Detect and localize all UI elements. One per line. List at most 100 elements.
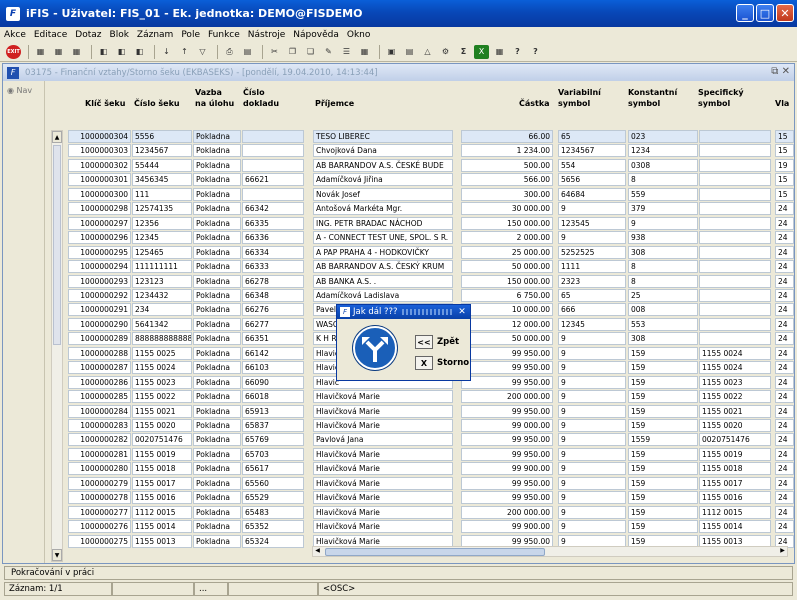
cell-doklad[interactable]: 66335 — [242, 216, 304, 230]
cell-cislo[interactable]: 1112 0015 — [132, 505, 192, 519]
cell-vazba[interactable]: Pokladna — [193, 187, 241, 201]
delete-record-icon[interactable]: ▦ — [51, 45, 66, 59]
table-row[interactable]: 1000000301 3456345 Pokladna 66621 Adamíčková… — [45, 173, 794, 187]
cell-vazba[interactable]: Pokladna — [193, 433, 241, 447]
cell-ks[interactable]: 159 — [628, 476, 698, 490]
cell-vs[interactable]: 9 — [558, 491, 626, 505]
cell-cislo[interactable]: 888888888888 — [132, 332, 192, 346]
cell-ks[interactable]: 25 — [628, 288, 698, 302]
cell-vs[interactable]: 65 — [558, 288, 626, 302]
cancel-query-icon[interactable]: ◧ — [132, 45, 147, 59]
cell-klic[interactable]: 1000000302 — [68, 158, 131, 172]
cell-cislo[interactable]: 1155 0021 — [132, 404, 192, 418]
cell-ks[interactable]: 8 — [628, 274, 698, 288]
cell-x[interactable]: 24 — [775, 476, 794, 490]
cell-doklad[interactable]: 66142 — [242, 346, 304, 360]
cell-doklad[interactable] — [242, 158, 304, 172]
cell-ss[interactable]: 1155 0022 — [699, 390, 771, 404]
cell-klic[interactable]: 1000000304 — [68, 130, 131, 143]
cell-cislo[interactable]: 0020751476 — [132, 433, 192, 447]
table-icon[interactable]: ▦ — [357, 45, 372, 59]
cell-castka[interactable]: 99 950.00 — [461, 433, 553, 447]
cell-vazba[interactable]: Pokladna — [193, 404, 241, 418]
cell-vs[interactable]: 9 — [558, 419, 626, 432]
cell-doklad[interactable]: 66621 — [242, 173, 304, 187]
table-row[interactable]: 1000000297 12356 Pokladna 66335 ING. PETR BR… — [45, 216, 794, 231]
cell-castka[interactable]: 99 950.00 — [461, 476, 553, 490]
cell-vs[interactable]: 9 — [558, 462, 626, 476]
cell-vazba[interactable]: Pokladna — [193, 245, 241, 259]
cell-cislo[interactable]: 1155 0024 — [132, 361, 192, 375]
cell-vazba[interactable]: Pokladna — [193, 332, 241, 346]
cell-x[interactable]: 24 — [775, 303, 794, 317]
cell-doklad[interactable]: 65837 — [242, 419, 304, 432]
cell-ss[interactable] — [699, 216, 771, 230]
cell-prijemce[interactable]: Chvojková Dana — [313, 144, 453, 158]
cell-ss[interactable] — [699, 130, 771, 143]
sum-icon[interactable]: Σ — [456, 45, 471, 59]
cell-ks[interactable]: 938 — [628, 231, 698, 245]
cell-castka[interactable]: 2 000.00 — [461, 231, 553, 245]
table-row[interactable]: 1000000284 1155 0021 Pokladna 65913 Hlavičko… — [45, 404, 794, 419]
cell-vazba[interactable]: Pokladna — [193, 520, 241, 534]
cell-ks[interactable]: 1234 — [628, 144, 698, 158]
cell-castka[interactable]: 99 950.00 — [461, 404, 553, 418]
cell-ss[interactable]: 1155 0024 — [699, 361, 771, 375]
cell-cislo[interactable]: 1234567 — [132, 144, 192, 158]
chart-icon[interactable]: △ — [420, 45, 435, 59]
table-row[interactable]: 1000000295 125465 Pokladna 66334 A PAP PRAHA… — [45, 245, 794, 260]
cell-cislo[interactable]: 1155 0016 — [132, 491, 192, 505]
cell-castka[interactable]: 99 000.00 — [461, 419, 553, 432]
cell-vs[interactable]: 5252525 — [558, 245, 626, 259]
cell-vs[interactable]: 2323 — [558, 274, 626, 288]
cell-klic[interactable]: 1000000287 — [68, 361, 131, 375]
cell-vazba[interactable]: Pokladna — [193, 260, 241, 274]
horizontal-scrollbar[interactable]: ◀ ▶ — [312, 546, 788, 557]
cell-doklad[interactable] — [242, 144, 304, 158]
cell-cislo[interactable]: 123123 — [132, 274, 192, 288]
cell-ss[interactable] — [699, 274, 771, 288]
h-scroll-thumb[interactable] — [325, 548, 545, 556]
cell-ks[interactable]: 159 — [628, 505, 698, 519]
table-row[interactable]: 1000000282 0020751476 Pokladna 65769 Pavlová… — [45, 433, 794, 447]
cell-ks[interactable]: 159 — [628, 520, 698, 534]
table-row[interactable]: 1000000294 111111111 Pokladna 66333 AB BARRA… — [45, 260, 794, 274]
cell-x[interactable]: 24 — [775, 346, 794, 360]
cell-cislo[interactable]: 5641342 — [132, 317, 192, 331]
cell-ss[interactable]: 1155 0021 — [699, 404, 771, 418]
cell-klic[interactable]: 1000000303 — [68, 144, 131, 158]
cell-ss[interactable] — [699, 317, 771, 331]
cell-castka[interactable]: 66.00 — [461, 130, 553, 143]
cell-x[interactable]: 19 — [775, 158, 794, 172]
cell-x[interactable]: 24 — [775, 260, 794, 274]
cell-prijemce[interactable]: Hlavičková Marie — [313, 505, 453, 519]
menu-dotaz[interactable]: Dotaz — [75, 30, 101, 40]
cell-castka[interactable]: 30 000.00 — [461, 202, 553, 216]
cell-vazba[interactable]: Pokladna — [193, 447, 241, 461]
grid-icon[interactable]: ▦ — [492, 45, 507, 59]
cell-vs[interactable]: 9 — [558, 447, 626, 461]
cell-doklad[interactable]: 66333 — [242, 260, 304, 274]
cell-vs[interactable]: 1234567 — [558, 144, 626, 158]
cell-klic[interactable]: 1000000278 — [68, 491, 131, 505]
cell-ss[interactable] — [699, 144, 771, 158]
list-icon[interactable]: ☰ — [339, 45, 354, 59]
cell-x[interactable]: 24 — [775, 491, 794, 505]
cell-vs[interactable]: 9 — [558, 505, 626, 519]
cell-ks[interactable]: 159 — [628, 491, 698, 505]
cell-klic[interactable]: 1000000275 — [68, 534, 131, 548]
cell-castka[interactable]: 566.00 — [461, 173, 553, 187]
cell-castka[interactable]: 50 000.00 — [461, 260, 553, 274]
cell-x[interactable]: 15 — [775, 130, 794, 143]
cell-vazba[interactable]: Pokladna — [193, 476, 241, 490]
cell-x[interactable]: 24 — [775, 447, 794, 461]
cell-klic[interactable]: 1000000291 — [68, 303, 131, 317]
cell-klic[interactable]: 1000000297 — [68, 216, 131, 230]
execute-query-icon[interactable]: ◧ — [114, 45, 129, 59]
cell-ss[interactable]: 1155 0018 — [699, 462, 771, 476]
cell-vazba[interactable]: Pokladna — [193, 346, 241, 360]
cell-klic[interactable]: 1000000292 — [68, 288, 131, 302]
cell-castka[interactable]: 99 950.00 — [461, 491, 553, 505]
cell-ks[interactable]: 159 — [628, 447, 698, 461]
cell-vs[interactable]: 65 — [558, 130, 626, 143]
